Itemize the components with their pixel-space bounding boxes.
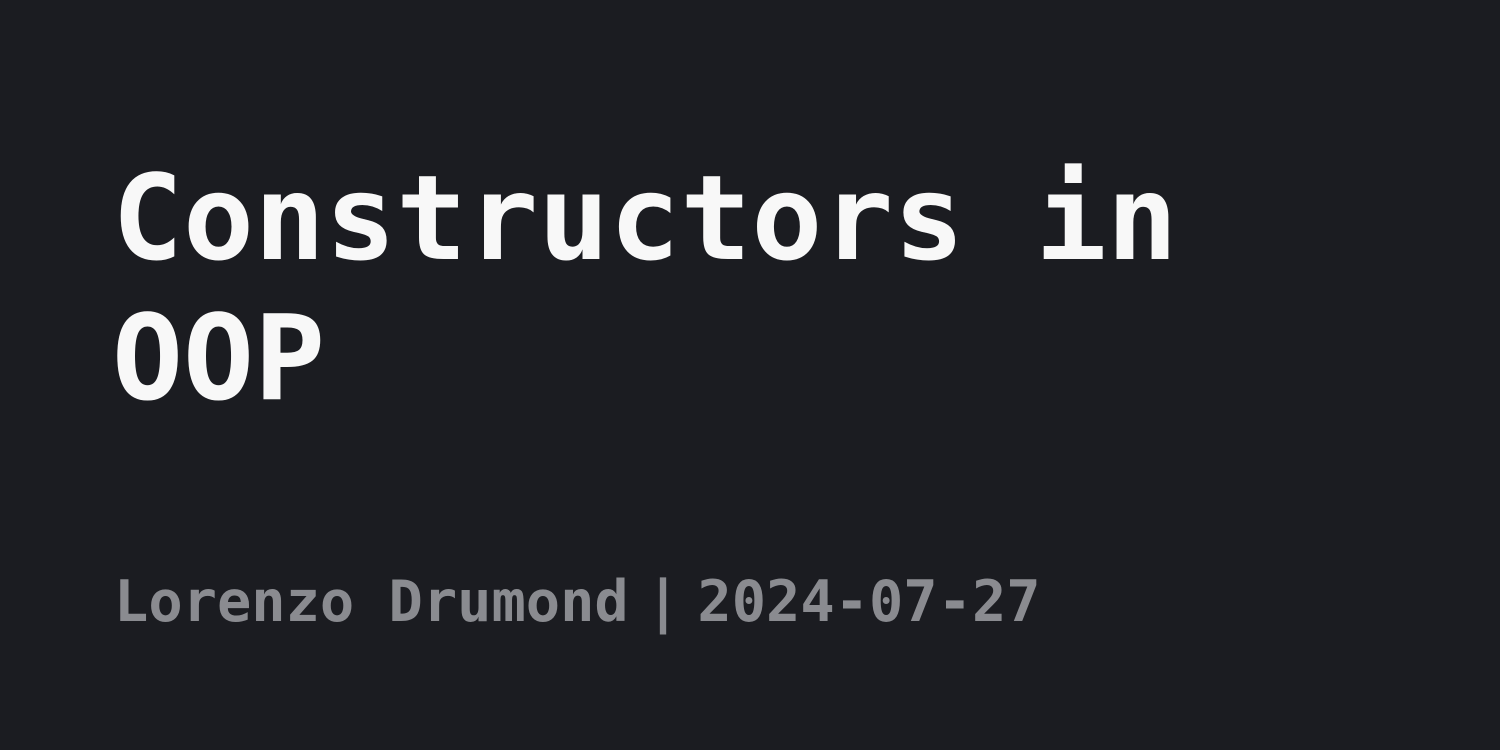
meta-separator: | <box>645 569 681 635</box>
post-title: Constructors in OOP <box>112 149 1178 427</box>
post-meta: Lorenzo Drumond | 2024-07-27 <box>114 570 1041 634</box>
author-name: Lorenzo Drumond <box>114 569 629 635</box>
publish-date: 2024-07-27 <box>697 569 1041 635</box>
social-card: Constructors in OOP Lorenzo Drumond | 2024… <box>0 0 1500 750</box>
